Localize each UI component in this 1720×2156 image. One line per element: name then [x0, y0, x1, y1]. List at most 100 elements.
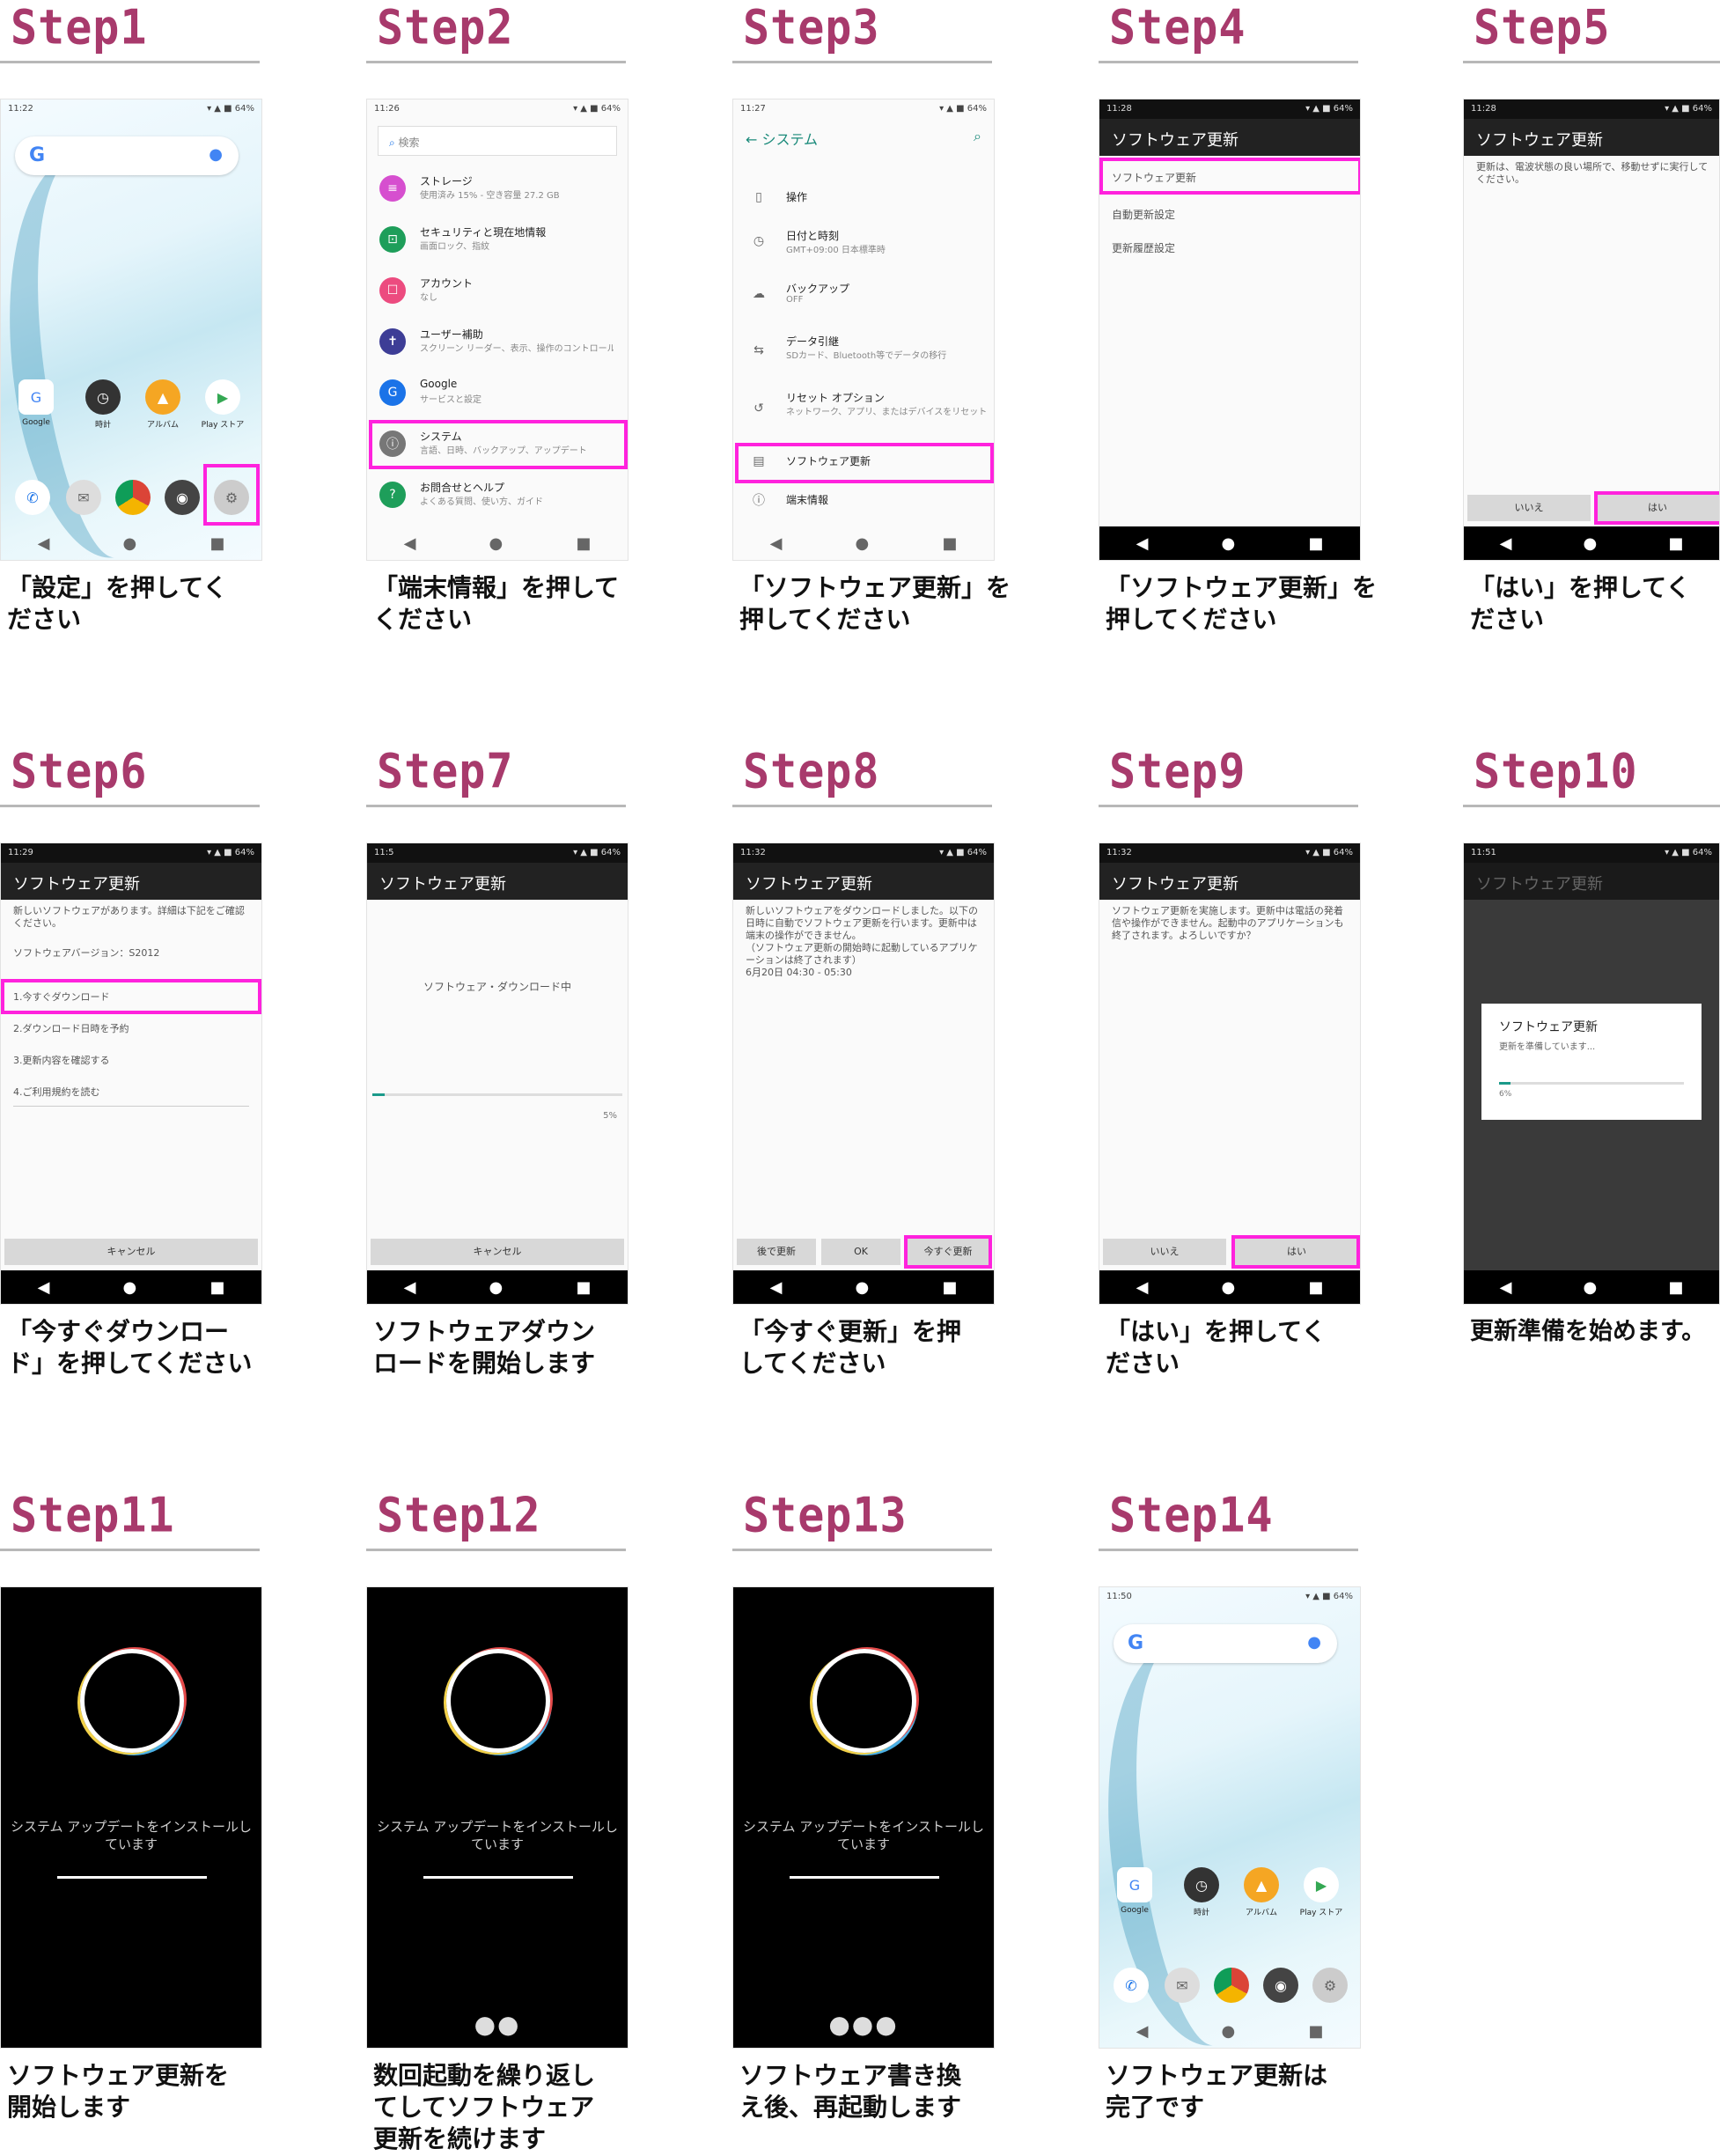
google-search-bar[interactable]: G ●	[15, 136, 239, 175]
option-item[interactable]: 3.更新内容を確認する	[13, 1053, 110, 1067]
phone-screenshot: 11:50 ▾ ▲ ■ 64% G ● G ◷ ▲ ▶ Google 時計 アルバム…	[1099, 1586, 1361, 2049]
option-item[interactable]: 2.ダウンロード日時を予約	[13, 1021, 129, 1035]
play-store-icon[interactable]: ▶	[205, 379, 240, 415]
nav-bar: ◀ ● ■	[1099, 1270, 1360, 1304]
cancel-button[interactable]: キャンセル	[371, 1239, 624, 1265]
app-title: ソフトウェア更新	[1464, 863, 1719, 900]
step-caption: 「端末情報」を押して ください	[373, 573, 620, 634]
home-icon[interactable]: ●	[489, 534, 504, 553]
recents-icon[interactable]: ■	[209, 534, 224, 553]
back-icon[interactable]: ◀	[1136, 2022, 1149, 2041]
mic-icon[interactable]: ●	[1307, 1633, 1321, 1652]
back-icon[interactable]: ◀	[770, 1278, 783, 1297]
menu-item[interactable]: 自動更新設定	[1112, 207, 1175, 222]
recents-icon[interactable]: ■	[942, 534, 957, 553]
home-icon[interactable]: ●	[489, 1278, 504, 1297]
back-icon[interactable]: ◀	[1500, 534, 1512, 553]
recents-icon[interactable]: ■	[942, 1278, 957, 1297]
dialog-title: ソフトウェア更新	[1499, 1020, 1598, 1034]
home-icon[interactable]: ●	[1584, 1278, 1598, 1297]
back-icon[interactable]: ◀	[1500, 1278, 1512, 1297]
album-icon[interactable]: ▲	[145, 379, 180, 415]
no-button[interactable]: いいえ	[1103, 1239, 1226, 1265]
recents-icon[interactable]: ■	[1668, 534, 1683, 553]
mic-icon[interactable]: ●	[209, 145, 223, 164]
step-caption: 「はい」を押してく ださい	[1470, 573, 1691, 634]
back-icon[interactable]: ◀	[38, 534, 50, 553]
back-icon[interactable]: ◀	[770, 534, 783, 553]
google-folder-icon[interactable]: G	[1117, 1867, 1152, 1902]
cancel-button[interactable]: キャンセル	[4, 1239, 258, 1265]
back-icon[interactable]: ◀	[38, 1278, 50, 1297]
home-icon[interactable]: ●	[1222, 1278, 1236, 1297]
status-bar: 11:22 ▾ ▲ ■ 64%	[8, 104, 254, 114]
play-store-icon[interactable]: ▶	[1304, 1867, 1339, 1902]
list-title: セキュリティと現在地情報	[420, 226, 547, 239]
step-title: Step12	[377, 1488, 541, 1543]
home-icon[interactable]: ●	[1222, 2022, 1236, 2041]
google-search-bar[interactable]: G ●	[1114, 1624, 1337, 1663]
album-icon[interactable]: ▲	[1244, 1867, 1279, 1902]
recents-icon[interactable]: ■	[209, 1278, 224, 1297]
app-label: 時計	[1193, 1909, 1209, 1917]
status-bar: 11:51 ▾ ▲ ■ 64%	[1464, 843, 1719, 863]
messages-icon[interactable]: ✉	[1165, 1968, 1200, 2003]
home-icon[interactable]: ●	[1222, 534, 1236, 553]
step-title: Step13	[743, 1488, 908, 1543]
divider	[0, 61, 260, 63]
messages-icon[interactable]: ✉	[66, 480, 101, 515]
phone-screenshot: 11:51 ▾ ▲ ■ 64% ソフトウェア更新 ソフトウェア更新 更新を準備して…	[1463, 843, 1720, 1305]
highlight-box	[1594, 491, 1719, 525]
step-caption: 「ソフトウェア更新」を 押してください	[739, 573, 1011, 634]
settings-search-box[interactable]: ⌕ 検索	[378, 126, 617, 156]
menu-item[interactable]: 更新履歴設定	[1112, 240, 1175, 255]
home-icon[interactable]: ●	[123, 1278, 137, 1297]
clock-icon[interactable]: ◷	[85, 379, 121, 415]
step-caption: 「今すぐ更新」を押 してください	[739, 1317, 962, 1378]
back-icon[interactable]: ◀	[404, 1278, 416, 1297]
google-folder-icon[interactable]: G	[18, 379, 54, 415]
ok-button[interactable]: OK	[821, 1239, 900, 1265]
back-arrow-icon[interactable]: ←	[746, 131, 762, 148]
recents-icon[interactable]: ■	[1308, 2022, 1323, 2041]
step-title: Step8	[743, 744, 880, 799]
back-icon[interactable]: ◀	[1136, 534, 1149, 553]
chrome-icon[interactable]	[115, 480, 151, 515]
system-header: ← システム ⌕	[746, 128, 981, 148]
home-icon[interactable]: ●	[856, 534, 870, 553]
recents-icon[interactable]: ■	[1668, 1278, 1683, 1297]
camera-icon[interactable]: ◉	[165, 480, 200, 515]
home-icon[interactable]: ●	[1584, 534, 1598, 553]
app-label: アルバム	[1246, 1909, 1277, 1917]
nav-bar: ◀ ● ■	[733, 1270, 994, 1304]
step-title: Step3	[743, 0, 880, 55]
home-icon[interactable]: ●	[856, 1278, 870, 1297]
settings-gear-icon[interactable]: ⚙	[1312, 1968, 1348, 2003]
no-button[interactable]: いいえ	[1467, 495, 1591, 521]
home-icon[interactable]: ●	[123, 534, 137, 553]
app-title: ソフトウェア更新	[1099, 119, 1360, 156]
chrome-icon[interactable]	[1214, 1968, 1249, 2003]
recents-icon[interactable]: ■	[576, 1278, 591, 1297]
back-icon[interactable]: ◀	[404, 534, 416, 553]
step-caption: ソフトウェア更新は 完了です	[1106, 2061, 1328, 2122]
dialog-progress-fill	[1499, 1082, 1511, 1085]
app-label: 時計	[94, 421, 111, 430]
recents-icon[interactable]: ■	[1308, 534, 1323, 553]
option-item[interactable]: 4.ご利用規約を読む	[13, 1085, 100, 1099]
recents-icon[interactable]: ■	[576, 534, 591, 553]
lock-icon: ⊡	[379, 226, 406, 253]
clock-icon[interactable]: ◷	[1184, 1867, 1219, 1902]
progress-track	[372, 1093, 622, 1096]
step-title: Step4	[1109, 0, 1246, 55]
phone-icon[interactable]: ✆	[15, 480, 50, 515]
later-button[interactable]: 後で更新	[737, 1239, 816, 1265]
phone-icon[interactable]: ✆	[1114, 1968, 1149, 2003]
recents-icon[interactable]: ■	[1308, 1278, 1323, 1297]
nav-bar: ◀ ● ■	[1464, 526, 1719, 560]
camera-icon[interactable]: ◉	[1263, 1968, 1298, 2003]
divider	[366, 805, 626, 807]
loading-ring-icon	[80, 1649, 184, 1753]
search-icon[interactable]: ⌕	[974, 128, 981, 145]
back-icon[interactable]: ◀	[1136, 1278, 1149, 1297]
